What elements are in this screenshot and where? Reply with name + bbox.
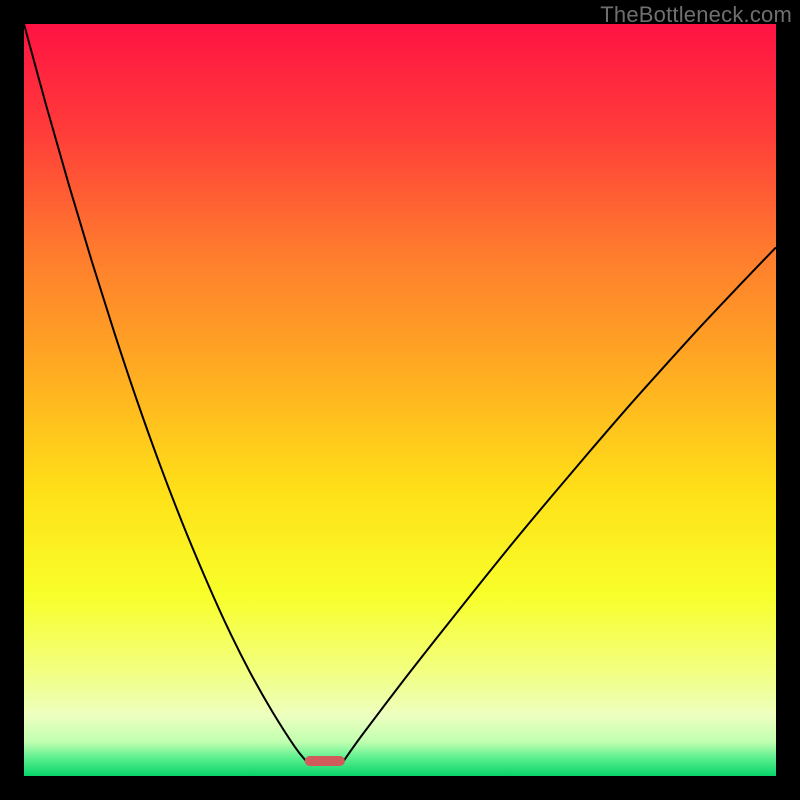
minimum-marker bbox=[305, 756, 345, 766]
bottleneck-chart bbox=[24, 24, 776, 776]
chart-frame: TheBottleneck.com bbox=[0, 0, 800, 800]
plot-area bbox=[24, 24, 776, 776]
watermark-label: TheBottleneck.com bbox=[600, 2, 792, 28]
